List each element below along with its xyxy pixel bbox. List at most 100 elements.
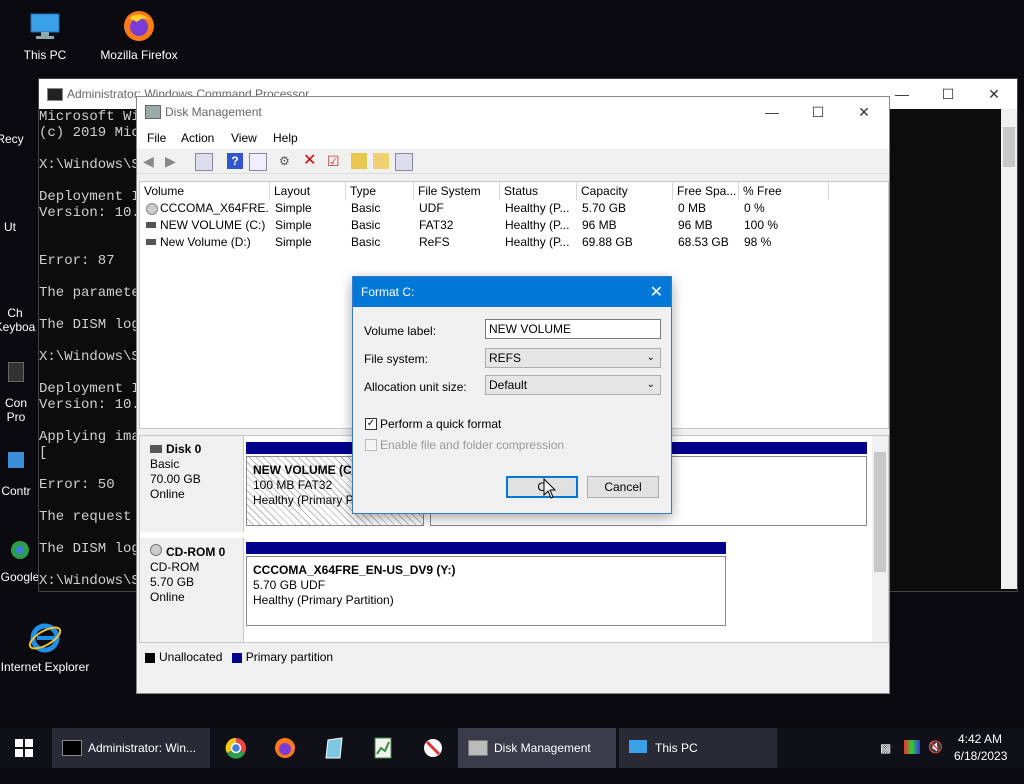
clock-time[interactable]: 4:42 AM <box>958 732 1002 746</box>
allocation-unit-value: Default <box>489 378 528 392</box>
notepad-icon[interactable] <box>322 728 346 768</box>
display-icon[interactable] <box>904 740 920 754</box>
close-icon[interactable]: ✕ <box>650 282 663 302</box>
quick-format-label[interactable]: Perform a quick format <box>380 417 501 431</box>
volume-label-input[interactable]: NEW VOLUME <box>485 319 661 339</box>
connect-icon[interactable]: ⚙ <box>279 153 295 169</box>
cmd-scrollbar[interactable] <box>1001 109 1017 589</box>
tool-icon[interactable] <box>421 728 445 768</box>
cell-capacity: 69.88 GB <box>582 235 633 249</box>
menu-file[interactable]: File <box>147 131 166 145</box>
cell-percent-free: 0 % <box>744 201 765 215</box>
maximize-button[interactable]: ☐ <box>795 97 841 127</box>
disk-type: Basic <box>150 457 180 471</box>
clock-date[interactable]: 6/18/2023 <box>954 749 1007 763</box>
legend-unallocated: Unallocated <box>159 650 223 664</box>
desktop-icon-recycle[interactable]: Recy <box>0 98 40 146</box>
unallocated-swatch <box>145 652 155 663</box>
minimize-button[interactable]: — <box>749 97 795 127</box>
volume-muted-icon[interactable]: 🔇 <box>928 740 943 754</box>
disk-0-info[interactable]: Disk 0 Basic 70.00 GB Online <box>140 436 244 532</box>
close-button[interactable]: ✕ <box>841 97 887 127</box>
cmd-icon <box>62 740 82 756</box>
menu-action[interactable]: Action <box>181 131 214 145</box>
col-status[interactable]: Status <box>500 182 577 200</box>
start-button[interactable] <box>0 728 48 768</box>
partition-y[interactable]: CCCOMA_X64FRE_EN-US_DV9 (Y:) 5.70 GB UDF… <box>246 556 726 626</box>
menu-help[interactable]: Help <box>273 131 298 145</box>
file-system-select[interactable]: REFS ⌄ <box>485 348 661 368</box>
disk-size: 70.00 GB <box>150 472 201 486</box>
col-type[interactable]: Type <box>346 182 414 200</box>
desktop-icon-ie[interactable]: Internet Explorer <box>0 620 90 674</box>
legend: Unallocated Primary partition <box>139 647 887 667</box>
console-tree-icon[interactable] <box>195 153 213 171</box>
disk-state: Online <box>150 590 185 604</box>
col-volume[interactable]: Volume <box>140 182 270 200</box>
scroll-thumb[interactable] <box>1003 127 1015 167</box>
primary-swatch <box>231 652 242 663</box>
cell-file-system: FAT32 <box>419 218 454 232</box>
close-button[interactable]: ✕ <box>971 79 1017 109</box>
desktop-icon-firefox[interactable]: Mozilla Firefox <box>94 8 184 62</box>
quick-format-checkbox[interactable]: ✓ <box>365 418 377 430</box>
cell-volume: CCCOMA_X64FRE... <box>160 201 268 215</box>
taskbar-item-cmd[interactable]: Administrator: Win... <box>52 728 210 768</box>
delete-icon[interactable]: ✕ <box>303 153 319 169</box>
forward-arrow-icon[interactable]: ▶ <box>165 153 181 169</box>
ok-button[interactable]: O <box>506 476 578 498</box>
chrome-icon[interactable] <box>224 728 248 768</box>
cmd-icon <box>47 88 63 101</box>
network-icon[interactable]: ▩ <box>880 741 891 755</box>
format-dialog[interactable]: Format C: ✕ Volume label: NEW VOLUME Fil… <box>352 276 672 514</box>
col-file-system[interactable]: File System <box>414 182 500 200</box>
back-arrow-icon[interactable]: ◀ <box>143 153 159 169</box>
col-capacity[interactable]: Capacity <box>577 182 673 200</box>
desktop-icon-control-panel[interactable]: Contr <box>0 450 38 498</box>
taskbar-item-disk-management[interactable]: Disk Management <box>458 728 616 768</box>
maximize-button[interactable]: ☐ <box>925 79 971 109</box>
cell-volume: NEW VOLUME (C:) <box>160 218 266 232</box>
list-view-icon[interactable] <box>395 153 413 171</box>
col-percent-free[interactable]: % Free <box>739 182 829 200</box>
volume-label-label: Volume label: <box>364 324 437 338</box>
taskbar-item-this-pc[interactable]: This PC <box>619 728 777 768</box>
dm-titlebar[interactable]: Disk Management — ☐ ✕ <box>137 97 889 127</box>
compression-checkbox[interactable] <box>365 439 377 451</box>
chart-app-icon[interactable] <box>371 728 395 768</box>
dialog-titlebar[interactable]: Format C: ✕ <box>353 277 671 307</box>
desktop-icon-keyboard[interactable]: Ch Keyboa <box>0 274 38 334</box>
allocation-unit-label: Allocation unit size: <box>364 380 467 394</box>
disk-name: Disk 0 <box>166 442 202 456</box>
scroll-thumb[interactable] <box>874 452 886 572</box>
desktop-icon-utility[interactable]: Ut <box>0 186 40 234</box>
graph-scrollbar[interactable] <box>872 436 888 642</box>
cell-free-space: 68.53 GB <box>678 235 729 249</box>
pc-icon <box>629 740 647 753</box>
desktop-icon-this-pc[interactable]: This PC <box>0 8 90 62</box>
disk-management-icon <box>145 105 161 119</box>
desktop-icon-chrome[interactable]: Google <box>0 538 42 584</box>
col-free-space[interactable]: Free Spa... <box>673 182 739 200</box>
desktop-icon-label: Contr <box>1 484 31 498</box>
menu-view[interactable]: View <box>231 131 257 145</box>
desktop-icon-console[interactable]: Con Pro <box>0 361 38 424</box>
disk-management-icon <box>468 740 488 756</box>
properties-icon[interactable] <box>249 153 267 171</box>
firefox-icon[interactable] <box>273 728 297 768</box>
check-icon[interactable]: ☑ <box>327 153 343 169</box>
col-layout[interactable]: Layout <box>270 182 346 200</box>
cell-status: Healthy (P... <box>505 235 570 249</box>
cell-volume: New Volume (D:) <box>160 235 251 249</box>
recycle-bin-icon <box>0 98 28 128</box>
folder-up-icon[interactable] <box>351 153 367 169</box>
control-panel-icon <box>0 450 34 480</box>
cell-type: Basic <box>351 235 381 249</box>
cdrom-0-info[interactable]: CD-ROM 0 CD-ROM 5.70 GB Online <box>140 538 244 642</box>
help-icon[interactable]: ? <box>227 153 243 169</box>
mouse-cursor-icon <box>543 478 557 499</box>
allocation-unit-select[interactable]: Default ⌄ <box>485 375 661 395</box>
search-icon[interactable] <box>373 153 389 169</box>
menu-bar: File Action View Help <box>137 127 889 149</box>
cancel-button[interactable]: Cancel <box>587 476 659 498</box>
